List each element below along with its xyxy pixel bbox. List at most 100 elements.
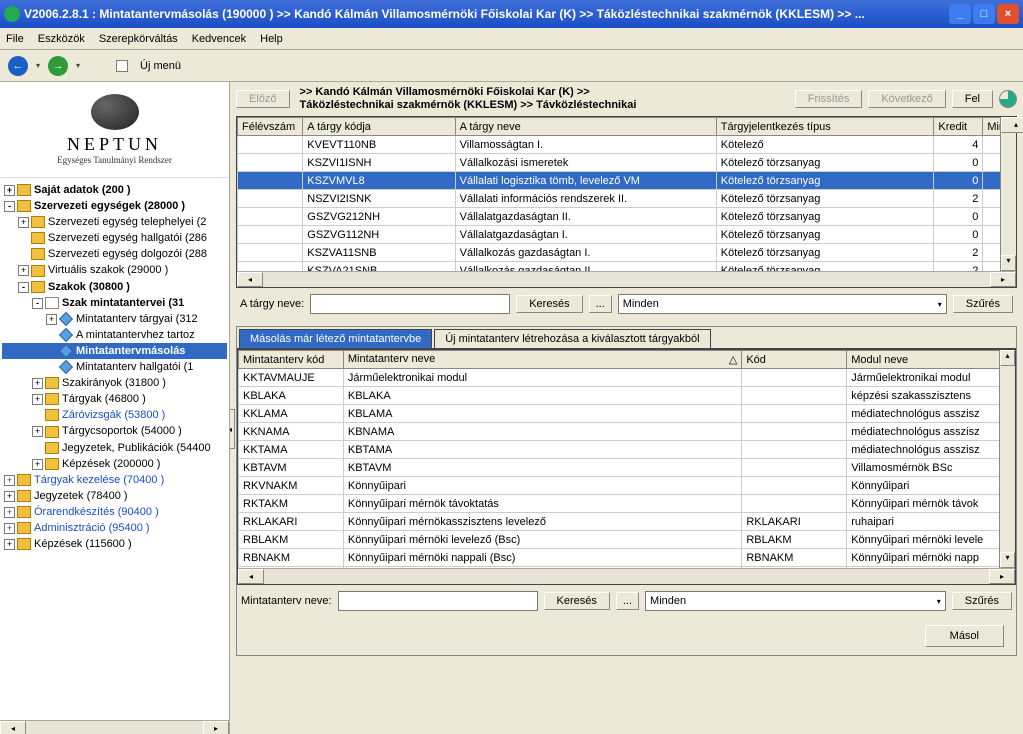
table-row[interactable]: KSZVA11SNBVállalkozás gazdaságtan I.Köte… <box>238 244 1016 262</box>
tree-node[interactable]: +Tárgyak (46800 ) <box>2 391 227 407</box>
grid-header[interactable]: Mintatanterv neve △ <box>343 351 741 369</box>
tree-node[interactable]: A mintatantervhez tartoz <box>2 327 227 343</box>
vscroll-down2[interactable]: ▾ <box>1000 552 1015 568</box>
table-row[interactable]: GSZVG212NHVállalatgazdaságtan II.Kötelez… <box>238 208 1016 226</box>
menu-role[interactable]: Szerepkörváltás <box>99 33 178 45</box>
nav-tree[interactable]: +Saját adatok (200 )-Szervezeti egységek… <box>0 178 229 720</box>
table-row[interactable]: KKTAMAKBTAMAmédiatechnológus asszisz <box>239 441 1015 459</box>
curricula-grid[interactable]: Mintatanterv kódMintatanterv neve △KódMo… <box>237 349 1016 585</box>
tree-node[interactable]: Záróvizsgák (53800 ) <box>2 407 227 423</box>
tree-node[interactable]: +Képzések (115600 ) <box>2 536 227 552</box>
filter2-search-button[interactable]: Keresés <box>544 592 610 610</box>
sidebar-hscroll[interactable]: ◂ ▸ <box>0 720 229 734</box>
tree-expander[interactable]: + <box>4 507 15 518</box>
hscroll-track[interactable] <box>26 721 203 734</box>
tree-node[interactable]: +Tárgycsoportok (54000 ) <box>2 423 227 439</box>
tree-node[interactable]: -Szervezeti egységek (28000 ) <box>2 198 227 214</box>
tree-expander[interactable]: + <box>4 491 15 502</box>
tree-node[interactable]: Mintatantervmásolás <box>2 343 227 359</box>
grid2-hscroll[interactable]: ◂ ▸ <box>238 568 1015 584</box>
tree-node[interactable]: Mintatanterv hallgatói (1 <box>2 359 227 375</box>
close-button[interactable]: × <box>997 4 1019 24</box>
tree-node[interactable]: -Szak mintatantervei (31 <box>2 295 227 311</box>
filter1-filter-button[interactable]: Szűrés <box>953 295 1013 313</box>
tree-expander[interactable]: + <box>4 475 15 486</box>
next-button[interactable]: Következő <box>868 90 945 108</box>
copy-button[interactable]: Másol <box>925 625 1004 647</box>
tree-expander[interactable]: - <box>32 298 43 309</box>
refresh-button[interactable]: Frissítés <box>795 90 863 108</box>
tree-node[interactable]: +Jegyzetek (78400 ) <box>2 488 227 504</box>
table-row[interactable]: RBLAKMKönnyűipari mérnöki levelező (Bsc)… <box>239 531 1015 549</box>
tree-node[interactable]: +Szakirányok (31800 ) <box>2 375 227 391</box>
table-row[interactable]: RBNAKMKönnyűipari mérnöki nappali (Bsc)R… <box>239 549 1015 567</box>
tree-expander[interactable]: + <box>32 394 43 405</box>
menu-favorites[interactable]: Kedvencek <box>192 33 246 45</box>
tree-expander[interactable]: + <box>46 314 57 325</box>
filter2-dots-button[interactable]: ... <box>616 592 639 610</box>
grid-header[interactable]: A tárgy neve <box>455 118 716 136</box>
tree-node[interactable]: +Virtuális szakok (29000 ) <box>2 262 227 278</box>
grid-header[interactable]: A tárgy kódja <box>303 118 455 136</box>
table-row[interactable]: RKTAKMKönnyűipari mérnök távoktatásKönny… <box>239 495 1015 513</box>
tree-expander[interactable]: + <box>32 459 43 470</box>
hscroll-track2[interactable] <box>264 569 989 584</box>
grid-header[interactable]: Kredit <box>934 118 983 136</box>
grid-header[interactable]: Modul neve <box>847 351 1015 369</box>
menu-tools[interactable]: Eszközök <box>38 33 85 45</box>
table-row[interactable]: NSZVI2ISNKVállalati információs rendszer… <box>238 190 1016 208</box>
tree-expander[interactable]: + <box>32 378 43 389</box>
grid-header[interactable]: Tárgyjelentkezés típus <box>716 118 934 136</box>
tab-create-new[interactable]: Új mintatanterv létrehozása a kiválaszto… <box>434 329 710 348</box>
filter2-combo[interactable]: Minden ▾ <box>645 591 946 611</box>
vscroll-up2[interactable]: ▴ <box>1000 350 1015 366</box>
table-row[interactable]: KSZVI1ISNHVállalkozási ismeretekKötelező… <box>238 154 1016 172</box>
forward-dropdown[interactable]: ▾ <box>76 61 80 70</box>
hscroll-left2[interactable]: ◂ <box>238 569 264 584</box>
table-row[interactable]: KBTAVMKBTAVMVillamosmérnök BSc <box>239 459 1015 477</box>
table-row[interactable]: GSZVG112NHVállalatgazdaságtan I.Kötelező… <box>238 226 1016 244</box>
grid-header[interactable]: Mintatanterv kód <box>239 351 344 369</box>
tree-expander[interactable]: + <box>4 523 15 534</box>
tree-expander[interactable]: + <box>18 217 29 228</box>
filter1-dots-button[interactable]: ... <box>589 295 612 313</box>
grid2-vscroll[interactable]: ▴ ▾ <box>999 350 1015 568</box>
tree-node[interactable]: +Saját adatok (200 ) <box>2 182 227 198</box>
tree-node[interactable]: -Szakok (30800 ) <box>2 279 227 295</box>
table-row[interactable]: KVEVT110NBVillamosságtan I.Kötelező4 <box>238 136 1016 154</box>
hscroll-left-icon[interactable]: ◂ <box>237 272 263 287</box>
tree-node[interactable]: +Szervezeti egység telephelyei (2 <box>2 214 227 230</box>
tree-node[interactable]: Szervezeti egység hallgatói (286 <box>2 230 227 246</box>
filter1-input[interactable] <box>310 294 510 314</box>
tree-node[interactable]: +Mintatanterv tárgyai (312 <box>2 311 227 327</box>
newmenu-checkbox[interactable] <box>116 60 128 72</box>
table-row[interactable]: KKTAVMAUJEJárműelektronikai modulJárműel… <box>239 369 1015 387</box>
table-row[interactable]: RKVNAKMKönnyűipariKönnyűipari <box>239 477 1015 495</box>
tree-expander[interactable]: + <box>4 539 15 550</box>
grid1-hscroll[interactable]: ◂ ▸ <box>237 271 1016 287</box>
tree-node[interactable]: +Képzések (200000 ) <box>2 456 227 472</box>
table-row[interactable]: KKNAMAKBNAMAmédiatechnológus asszisz <box>239 423 1015 441</box>
menu-help[interactable]: Help <box>260 33 283 45</box>
menu-file[interactable]: File <box>6 33 24 45</box>
table-row[interactable]: KSZVMVL8Vállalati logisztika tömb, level… <box>238 172 1016 190</box>
tree-expander[interactable]: + <box>32 426 43 437</box>
tree-expander[interactable]: - <box>18 282 29 293</box>
minimize-button[interactable]: _ <box>949 4 971 24</box>
tree-node[interactable]: +Órarendkészítés (90400 ) <box>2 504 227 520</box>
tree-node[interactable]: Szervezeti egység dolgozói (288 <box>2 246 227 262</box>
maximize-button[interactable]: □ <box>973 4 995 24</box>
tree-expander[interactable]: - <box>4 201 15 212</box>
vscroll-down[interactable]: ▾ <box>1001 255 1016 271</box>
forward-button[interactable]: → <box>48 56 68 76</box>
grid-header[interactable]: Kód <box>742 351 847 369</box>
tree-expander[interactable]: + <box>4 185 15 196</box>
grid-header[interactable]: Félévszám <box>238 118 303 136</box>
hscroll-right-icon[interactable]: ▸ <box>990 272 1016 287</box>
back-button[interactable]: ← <box>8 56 28 76</box>
filter2-input[interactable] <box>338 591 538 611</box>
hscroll-left[interactable]: ◂ <box>0 721 26 734</box>
hscroll-right2[interactable]: ▸ <box>989 569 1015 584</box>
tree-expander[interactable]: + <box>18 265 29 276</box>
back-dropdown[interactable]: ▾ <box>36 61 40 70</box>
